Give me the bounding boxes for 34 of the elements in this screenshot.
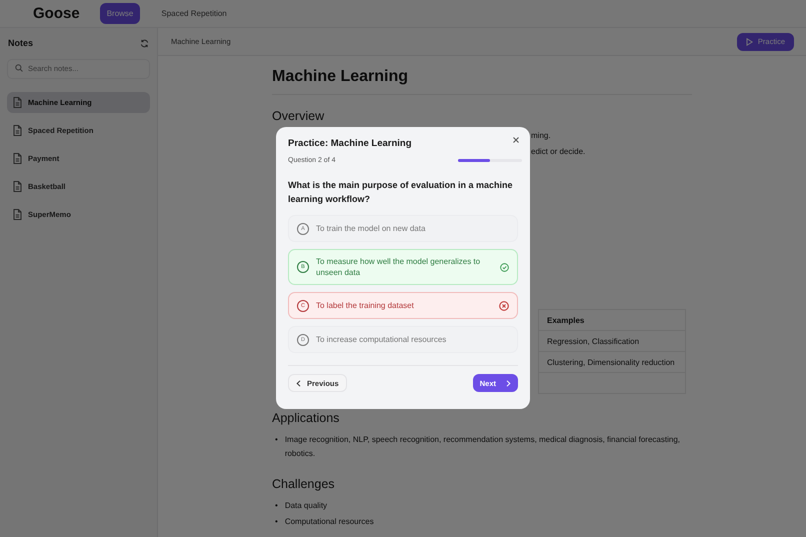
nav-tab[interactable]: Spaced Repetition [154,3,234,24]
chevron-left-icon [296,380,301,386]
table-cell: Clustering, Dimensionality reduction [538,352,686,372]
bullet-marker: • [274,434,278,446]
close-button[interactable] [511,135,521,145]
bullet-marker: • [274,500,278,512]
list-item: Image recognition, NLP, speech recognition, recommendation systems, medical diagnosis, financial forecasting, robotics. [284,434,681,460]
note-title: Machine Learning [272,68,692,95]
document-icon [13,181,22,192]
nav-tab[interactable]: Browse [100,3,140,24]
dialog-title: Practice: Machine Learning [288,138,413,149]
table-cell: Regression, Classification [538,330,686,352]
list-item: Computational resources [284,516,374,528]
app-logo: Goose [33,5,80,22]
search-icon [15,64,23,72]
refresh-icon[interactable] [140,38,149,48]
section-heading: Applications [272,411,340,425]
document-icon [13,97,22,108]
play-icon [746,38,753,46]
sidebar-title: Notes [8,38,34,48]
table-header: Examples [538,310,686,330]
paragraph-line: edict or decide. [531,147,586,156]
paragraph-line: ming. [531,131,552,140]
list-item: Data quality [284,500,328,512]
section-heading: Challenges [272,477,336,491]
check-circle-icon [500,262,509,272]
document-icon [13,153,22,164]
section-heading: Overview [272,109,326,123]
document-icon [13,209,22,220]
chevron-right-icon [506,380,511,386]
question-text: What is the main purpose of evaluation in a machine learning workflow? [288,179,514,206]
bullet-marker: • [274,516,278,528]
x-circle-icon [499,300,509,310]
document-icon [13,125,22,136]
